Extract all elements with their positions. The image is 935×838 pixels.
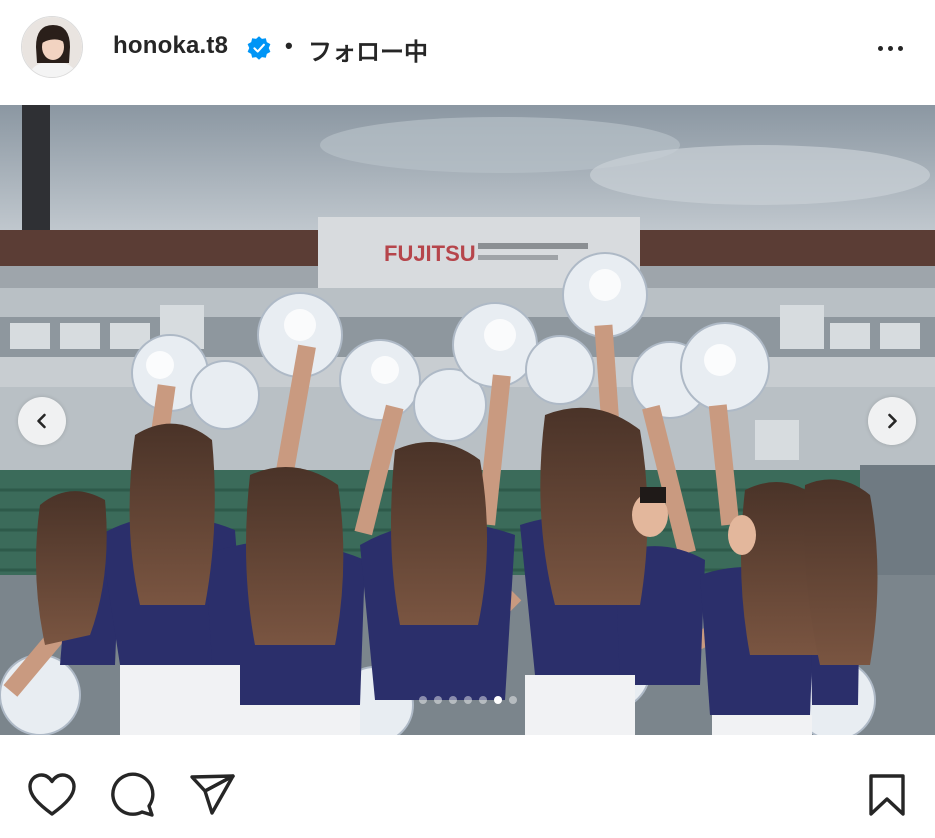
share-button[interactable] [189, 772, 237, 823]
carousel-dot-active [493, 696, 502, 704]
like-button[interactable] [27, 772, 77, 823]
comment-icon [111, 772, 155, 817]
post-photo: FUJITSU [0, 105, 935, 735]
more-options-icon[interactable] [872, 34, 908, 62]
post-media[interactable]: FUJITSU [0, 105, 935, 735]
comment-button[interactable] [108, 772, 156, 823]
following-button[interactable]: フォロー中 [308, 32, 428, 67]
next-slide-button[interactable] [868, 397, 916, 445]
chevron-left-icon [37, 413, 46, 429]
carousel-dot [478, 696, 487, 704]
carousel-dot [463, 696, 472, 704]
carousel-dot [448, 696, 457, 704]
chevron-right-icon [888, 413, 897, 429]
carousel-dot [418, 696, 427, 704]
stadium-sign-text: FUJITSU [384, 241, 476, 266]
previous-slide-button[interactable] [18, 397, 66, 445]
save-button[interactable] [866, 772, 908, 823]
post-actions [0, 758, 935, 830]
bookmark-icon [869, 774, 905, 816]
carousel-dot [508, 696, 517, 704]
post-header: honoka.t8 • フォロー中 [0, 0, 935, 97]
username[interactable]: honoka.t8 [113, 32, 228, 60]
paper-plane-icon [190, 774, 235, 815]
heart-icon [28, 773, 76, 816]
carousel-dot [433, 696, 442, 704]
avatar[interactable] [21, 16, 83, 78]
verified-badge-icon [247, 36, 271, 60]
avatar-image [22, 17, 82, 77]
separator-dot: • [285, 33, 293, 58]
carousel-indicator [0, 696, 935, 704]
